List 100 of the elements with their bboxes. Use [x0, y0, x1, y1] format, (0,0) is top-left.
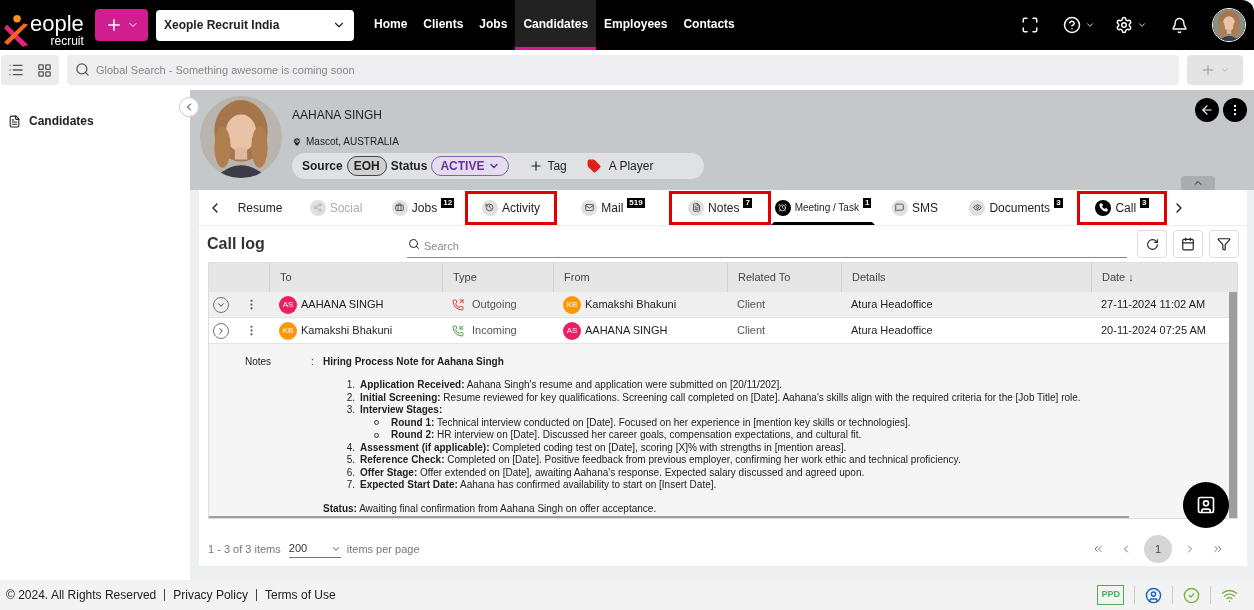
calendar-button[interactable] — [1173, 230, 1203, 258]
add-button[interactable] — [95, 9, 148, 41]
tab[interactable]: Meeting / Task 1 — [771, 190, 875, 225]
note-item: Initial Screening: Resume reviewed for key qualifications. Screening call completed on [Date]. Aahana's skills align with the required criteria for the [Job Title] role. — [360, 391, 1081, 404]
page-size-label: items per page — [346, 541, 420, 557]
filter-icon — [1217, 237, 1231, 251]
caret-icon — [1085, 20, 1095, 30]
note-item: Round 1: Technical interview conducted on [Date]. Focused on her experience in [mention key skills or technologies]. — [391, 416, 911, 429]
contact-card-icon — [1196, 495, 1216, 515]
company-select[interactable]: Xeople Recruit India — [156, 9, 354, 41]
search-icon — [75, 62, 90, 77]
plus-icon — [529, 159, 544, 173]
list-number: 5. — [345, 454, 355, 467]
scrollbar[interactable] — [1229, 292, 1237, 518]
caret-icon — [1137, 20, 1147, 30]
source-label: Source — [302, 158, 343, 175]
nav-link[interactable]: Contacts — [675, 0, 743, 50]
table-cell-text: Kamakshi Bhakuni — [585, 297, 677, 313]
list-number: 4. — [345, 441, 355, 454]
location-pin-icon — [292, 136, 302, 147]
separator-text: : — [311, 355, 315, 369]
chat-icon — [892, 199, 908, 216]
notification-icon[interactable] — [1171, 16, 1188, 34]
table-cell-text: AAHANA SINGH — [301, 297, 384, 313]
source-chip[interactable]: EOH — [346, 156, 387, 176]
status-dropdown[interactable]: ACTIVE — [431, 156, 510, 176]
table-cell-text: 27-11-2024 11:02 AM — [1100, 297, 1207, 313]
tab[interactable]: SMS — [875, 190, 955, 225]
list-number: 2. — [345, 391, 355, 404]
search-icon — [408, 238, 420, 250]
table-cell-text: Atura Headoffice — [850, 297, 934, 313]
list-number: 6. — [345, 466, 355, 479]
chevron-right-icon — [216, 325, 226, 336]
notes-label: Notes — [245, 355, 273, 369]
fullscreen-icon[interactable] — [1021, 16, 1039, 34]
phone-icon — [1095, 199, 1112, 216]
plus-icon — [1200, 62, 1216, 78]
tab[interactable]: Call 3 — [1077, 190, 1167, 225]
scrollbar[interactable] — [209, 515, 1129, 518]
first-page-icon[interactable] — [1092, 543, 1104, 555]
nav-link[interactable]: Employees — [596, 0, 676, 50]
table-cell-text: AAHANA SINGH — [585, 323, 668, 339]
list-number: 3. — [345, 404, 355, 417]
back-button[interactable] — [1195, 98, 1219, 122]
note-item: Application Received: Aahana Singh's resume and application were submitted on [20/11/202]. — [360, 379, 782, 392]
table-cell-text: Outgoing — [472, 297, 517, 313]
search-field[interactable]: Search — [407, 235, 1127, 258]
caret-icon — [1220, 65, 1230, 75]
page-button[interactable]: 1 — [1144, 535, 1172, 563]
user-icon[interactable] — [1145, 586, 1162, 604]
status-label: Status — [390, 158, 428, 175]
briefcase-icon — [391, 199, 408, 216]
help-icon[interactable] — [1063, 16, 1081, 34]
tab[interactable]: Documents 3 — [955, 190, 1077, 225]
footer-link[interactable]: Privacy Policy — [173, 586, 248, 604]
footer-link[interactable]: Terms of Use — [264, 586, 336, 604]
more-options-button[interactable] — [1223, 98, 1247, 122]
nav-link[interactable]: Candidates — [515, 0, 597, 50]
avatar-initials: AS — [279, 295, 297, 314]
global-search-field[interactable]: Global Search - Something awesome is coming soon — [67, 55, 1179, 85]
settings-icon[interactable] — [1115, 16, 1133, 34]
tab[interactable]: Mail 519 — [557, 190, 669, 225]
grid-view-icon[interactable] — [37, 62, 53, 78]
avatar-initials: AS — [563, 321, 581, 340]
table-cell-text: Incoming — [472, 323, 517, 339]
note-item: Offer Stage: Offer extended on [Date], awaiting Aahana's response. Expected salary discussed and agreed upon. — [360, 466, 865, 479]
list-view-icon[interactable] — [7, 62, 24, 78]
check-icon[interactable] — [1183, 586, 1200, 604]
tab[interactable]: Resume — [229, 190, 291, 225]
tag-icon — [586, 159, 601, 173]
table-cell-text: Atura Headoffice — [850, 323, 934, 339]
section-title: Call log — [207, 234, 266, 254]
eye-icon — [969, 199, 986, 216]
list-number: 7. — [345, 479, 355, 492]
status-badge: PPD — [1097, 585, 1124, 605]
tab[interactable]: Notes 7 — [669, 190, 771, 225]
share-icon — [309, 199, 326, 216]
document-icon — [8, 114, 21, 128]
tab[interactable]: Activity — [465, 190, 557, 225]
table-cell-text: Kamakshi Bhakuni — [301, 323, 393, 339]
tag-label: A Player — [608, 158, 654, 175]
page-size-select[interactable]: 200 — [288, 540, 341, 558]
history-icon — [482, 199, 498, 216]
nav-link[interactable]: Clients — [415, 0, 472, 50]
tab[interactable]: Jobs 12 — [381, 190, 465, 225]
add-tag-button[interactable]: Tag — [529, 157, 567, 175]
sidebar-item[interactable]: Candidates — [8, 112, 190, 130]
note-title: Hiring Process Note for Aahana Singh — [323, 355, 505, 369]
list-number: 1. — [345, 379, 355, 392]
phone-icon — [452, 324, 464, 337]
filter-button[interactable] — [1209, 230, 1239, 258]
nav-link[interactable]: Home — [366, 0, 416, 50]
note-item: Interview Stages: — [360, 404, 443, 417]
note-item: Assessment (if applicable): Completed coding test on [Date], scoring [X]% with strengths in [mention areas]. — [360, 441, 847, 454]
note-item: Reference Check: Completed on [Date]. Positive feedback from previous employer, confirming her work ethic and technical proficiency. — [360, 454, 961, 467]
refresh-button[interactable] — [1137, 230, 1167, 258]
last-page-icon[interactable] — [1212, 543, 1224, 555]
avatar-initials: KB — [563, 295, 581, 314]
copyright-text: © 2024. All Rights Reserved — [6, 587, 157, 604]
nav-link[interactable]: Jobs — [471, 0, 516, 50]
